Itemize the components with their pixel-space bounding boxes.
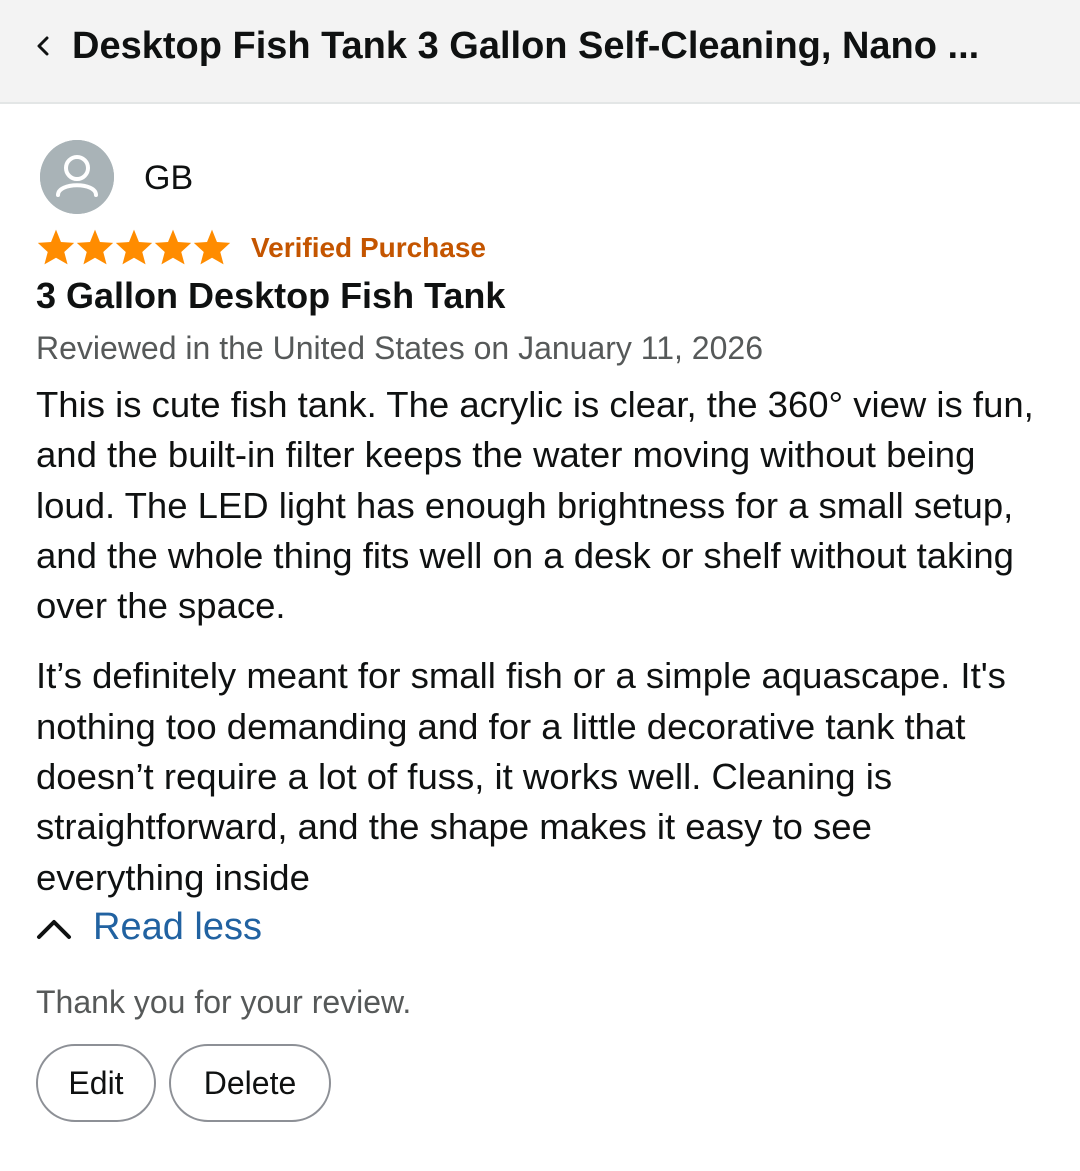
verified-purchase-badge: Verified Purchase [251, 232, 487, 263]
edit-button[interactable]: Edit [36, 1044, 156, 1122]
star-icon [37, 229, 75, 265]
review-paragraph: This is cute fish tank. The acrylic is c… [36, 384, 1034, 627]
chevron-up-icon [37, 920, 71, 939]
star-icon [76, 229, 114, 265]
star-icon [193, 229, 231, 265]
delete-button[interactable]: Delete [169, 1044, 331, 1122]
thank-you-message: Thank you for your review. [36, 984, 412, 1020]
star-icon [115, 229, 153, 265]
review-body: This is cute fish tank. The acrylic is c… [36, 380, 1036, 923]
read-less-label: Read less [93, 906, 262, 948]
review-title: 3 Gallon Desktop Fish Tank [36, 275, 506, 316]
top-bar: Desktop Fish Tank 3 Gallon Self-Cleaning… [0, 0, 1080, 104]
reviewer-name: GB [144, 159, 194, 197]
star-icon [154, 229, 192, 265]
chevron-left-icon[interactable] [36, 36, 50, 56]
reviewer-profile[interactable]: GB [36, 140, 636, 216]
user-avatar-icon [40, 140, 114, 214]
review-date: Reviewed in the United States on January… [36, 330, 763, 366]
star-rating [36, 228, 236, 268]
rating-row: Verified Purchase [36, 228, 836, 268]
read-less-link[interactable]: Read less [36, 904, 436, 950]
review-paragraph: It’s definitely meant for small fish or … [36, 655, 1006, 898]
page-title: Desktop Fish Tank 3 Gallon Self-Cleaning… [72, 25, 980, 67]
